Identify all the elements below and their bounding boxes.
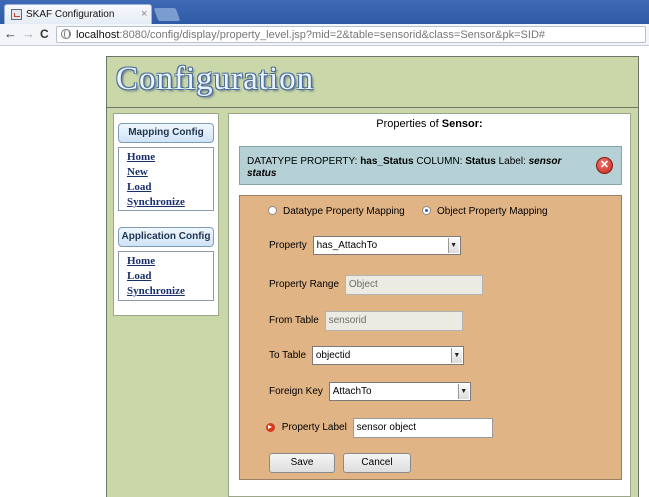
save-button[interactable]: Save [269,453,335,473]
tab-title: SKAF Configuration [26,9,115,20]
to-table-select[interactable]: objectid ▼ [311,346,464,365]
object-mapping-label: Object Property Mapping [437,206,548,217]
mapping-config-links: Home New Load Synchronize [118,147,214,211]
foreign-key-select-value: AttachTo [332,386,372,397]
properties-title-prefix: Properties of [376,118,439,130]
banner-title: Configuration [116,61,315,97]
reload-icon[interactable]: C [40,27,49,41]
application-config-links: Home Load Synchronize [118,251,214,301]
info-label-label: Label: [498,156,526,167]
chevron-down-icon: ▼ [447,238,459,253]
app-synchronize-link[interactable]: Synchronize [127,284,213,299]
main-panel: Properties of Sensor: DATATYPE PROPERTY:… [228,113,631,497]
new-tab-button[interactable] [153,8,181,21]
chevron-down-icon: ▼ [450,348,462,363]
mapping-home-link[interactable]: Home [127,150,213,165]
property-row: Property has_AttachTo ▼ [269,236,461,256]
mapping-form: Datatype Property Mapping Object Propert… [239,195,622,480]
property-label-input[interactable]: sensor object [352,418,493,438]
arrow-right-circle-icon [266,423,275,432]
property-info-text: DATATYPE PROPERTY: has_Status COLUMN: St… [247,156,577,180]
foreign-key-label: Foreign Key [269,386,323,397]
app-load-link[interactable]: Load [127,269,213,284]
mapping-synchronize-link[interactable]: Synchronize [127,195,213,210]
url-host: localhost [76,29,120,41]
info-column-label: COLUMN: [416,156,463,167]
sidebar: Mapping Config Home New Load Synchronize… [113,113,219,316]
to-table-row: To Table objectid ▼ [269,346,464,366]
mapping-new-link[interactable]: New [127,165,213,180]
page-favicon-icon [11,9,22,20]
object-mapping-option[interactable]: Object Property Mapping [422,206,548,217]
app-home-link[interactable]: Home [127,254,213,269]
url-path: :8080/config/display/property_level.jsp?… [119,29,546,41]
datatype-mapping-label: Datatype Property Mapping [283,206,405,217]
property-range-field: Object [344,275,483,295]
properties-class-name: Sensor: [441,118,483,130]
property-select-value: has_AttachTo [316,240,378,251]
back-arrow-icon[interactable]: ← [4,27,17,41]
from-table-row: From Table sensorid [269,311,463,331]
header-banner: Configuration [106,56,639,108]
to-table-label: To Table [269,350,307,361]
browser-tabstrip: SKAF Configuration × [0,0,649,24]
forward-arrow-icon[interactable]: → [22,27,35,41]
properties-title: Properties of Sensor: [229,118,630,130]
property-label: Property [269,240,307,251]
mapping-load-link[interactable]: Load [127,180,213,195]
browser-tab[interactable]: SKAF Configuration × [4,4,152,24]
from-table-label: From Table [269,315,319,326]
page-info-icon[interactable] [61,29,71,39]
tab-close-icon[interactable]: × [141,8,147,20]
property-label-row: Property Label sensor object [266,418,493,438]
foreign-key-row: Foreign Key AttachTo ▼ [269,382,471,402]
property-info-box: DATATYPE PROPERTY: has_Status COLUMN: St… [239,146,622,185]
chevron-down-icon: ▼ [457,384,469,399]
browser-toolbar: ← → C localhost:8080/config/display/prop… [0,24,649,46]
application-config-header: Application Config [118,227,214,247]
foreign-key-select[interactable]: AttachTo ▼ [328,382,471,401]
url-text: localhost:8080/config/display/property_l… [76,29,545,41]
datatype-mapping-radio[interactable] [268,206,277,215]
info-column-name: Status [465,156,496,167]
info-prefix: DATATYPE PROPERTY: [247,156,358,167]
from-table-field: sensorid [324,311,463,331]
property-range-label: Property Range [269,279,340,290]
property-select[interactable]: has_AttachTo ▼ [312,236,461,255]
delete-close-icon[interactable]: ✕ [596,157,613,174]
object-mapping-radio[interactable] [422,206,431,215]
property-range-row: Property Range Object [269,275,483,295]
cancel-button[interactable]: Cancel [343,453,411,473]
info-property-name: has_Status [360,156,414,167]
to-table-select-value: objectid [315,350,351,361]
property-label-label: Property Label [281,422,347,433]
datatype-mapping-option[interactable]: Datatype Property Mapping [268,206,405,217]
mapping-config-header: Mapping Config [118,123,214,143]
address-bar[interactable]: localhost:8080/config/display/property_l… [56,26,646,43]
